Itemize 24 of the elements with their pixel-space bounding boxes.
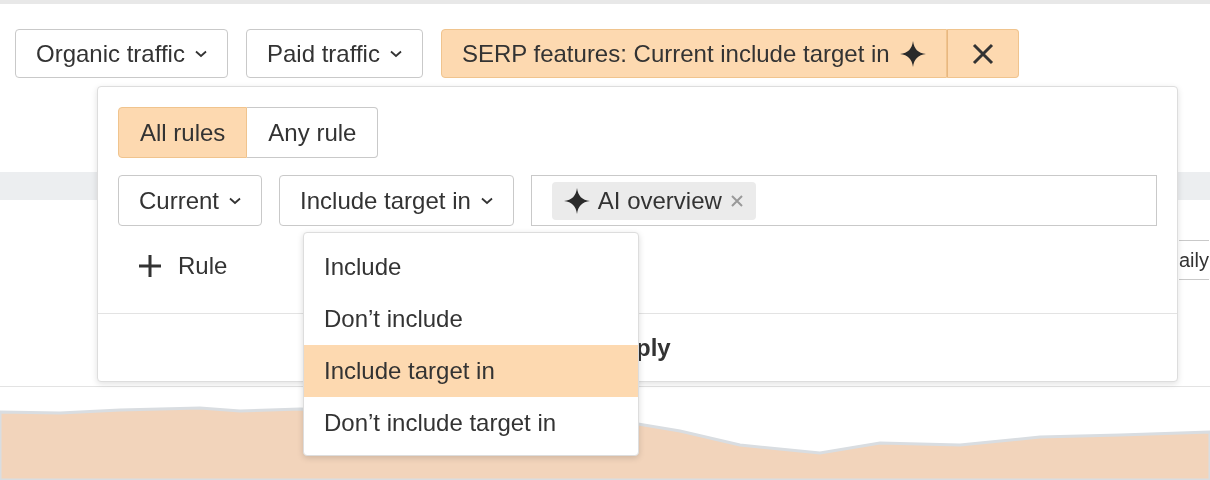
menu-item[interactable]: Don’t include target in: [304, 397, 638, 449]
scope-dropdown[interactable]: Current: [118, 175, 263, 226]
caret-icon: [480, 196, 493, 205]
filter-button[interactable]: SERP features: Current include target in: [440, 29, 947, 78]
sparkle-icon: [899, 40, 926, 67]
close-icon: [971, 42, 994, 65]
tag-label: AI overview: [597, 185, 722, 216]
plus-icon: [138, 254, 162, 278]
sparkle-icon: [563, 187, 590, 214]
menu-item[interactable]: Don’t include: [304, 293, 638, 345]
tag-input-field[interactable]: AI overview: [530, 175, 1157, 226]
match-mode-tab[interactable]: All rules: [118, 107, 248, 158]
menu-item[interactable]: Include target in: [304, 345, 638, 397]
filter-button[interactable]: Paid traffic: [245, 29, 423, 78]
caret-icon: [229, 196, 242, 205]
close-button[interactable]: [946, 29, 1019, 78]
caret-icon: [194, 49, 207, 58]
add-rule-button[interactable]: Rule: [138, 248, 228, 284]
operator-dropdown[interactable]: Include target in: [279, 175, 514, 226]
caret-icon: [389, 49, 402, 58]
filter-button[interactable]: Organic traffic: [15, 29, 228, 78]
match-mode-tab[interactable]: Any rule: [247, 107, 379, 158]
interval-button[interactable]: aily: [1179, 240, 1209, 280]
menu-item[interactable]: Include: [304, 241, 638, 293]
